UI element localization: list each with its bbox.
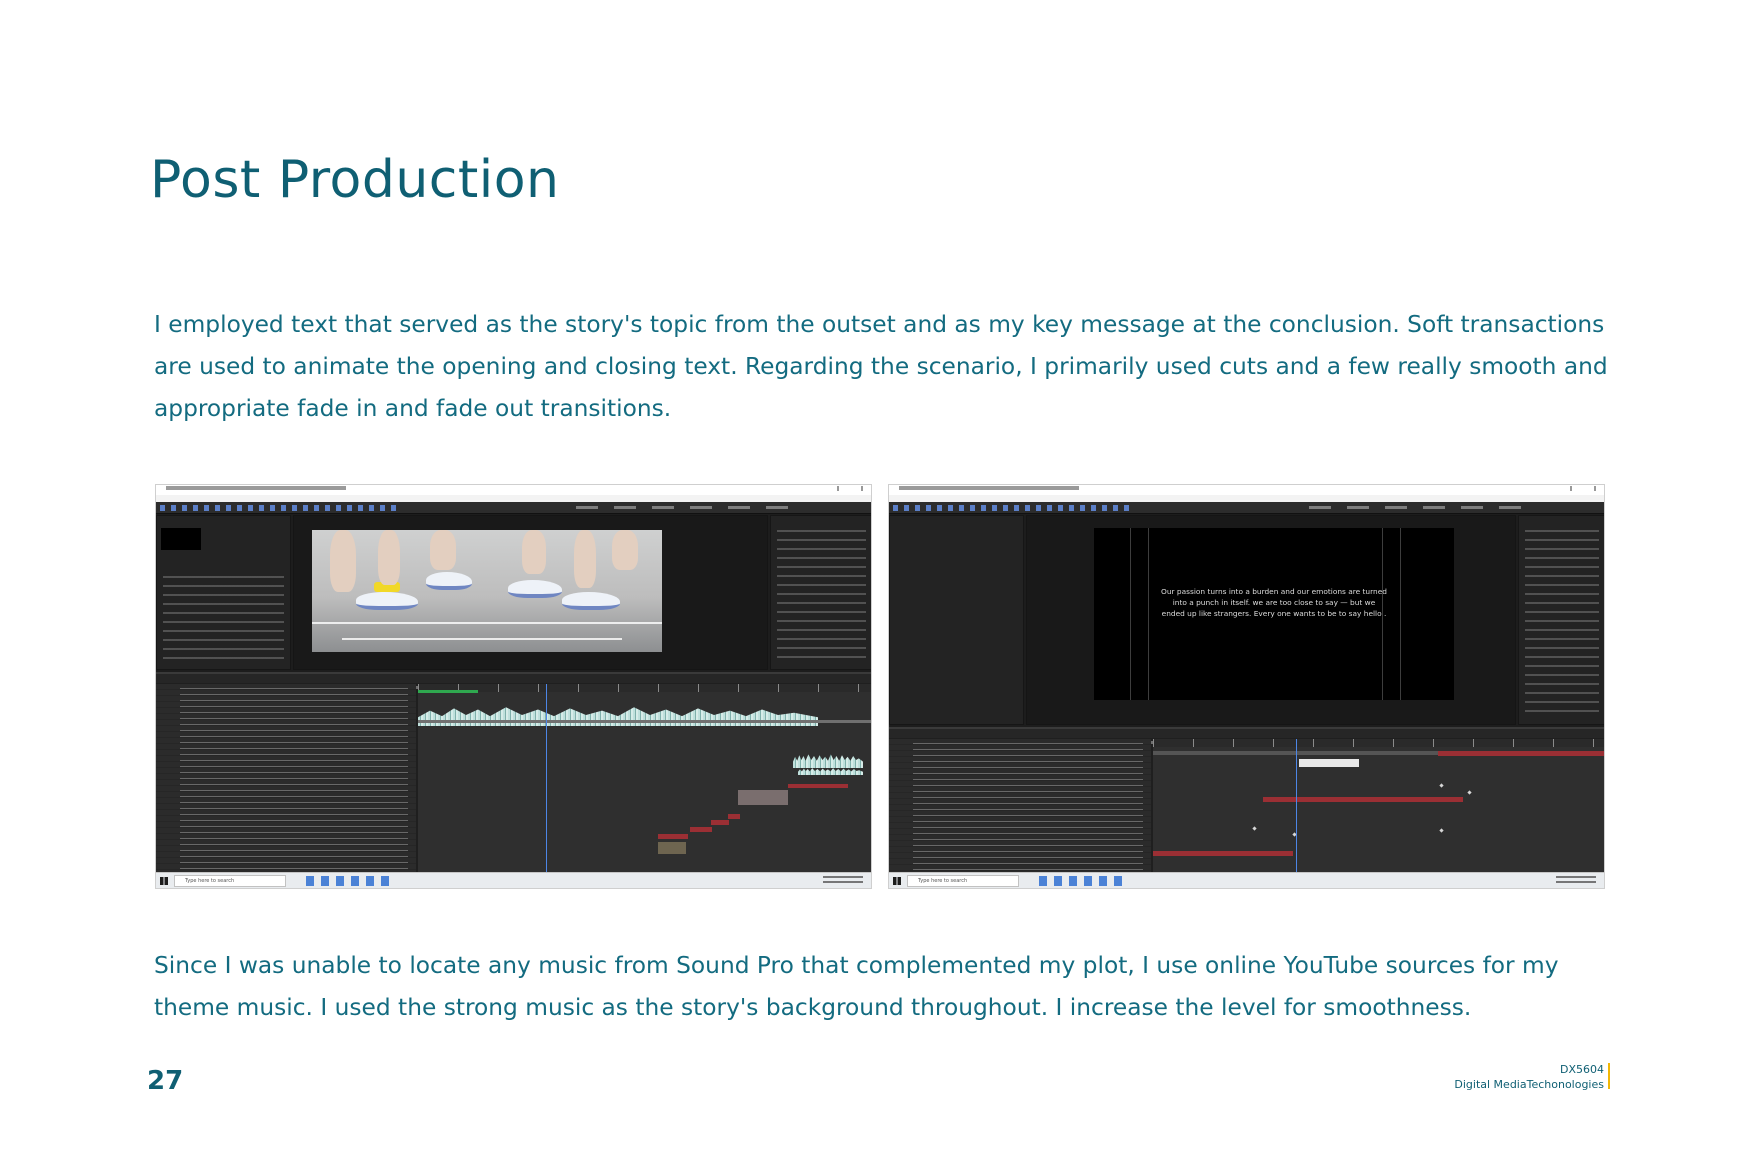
music-paragraph: Since I was unable to locate any music f… [154, 952, 1559, 1021]
window-titlebar [889, 485, 1604, 495]
windows-start-icon [893, 877, 901, 885]
screenshot-after-effects-text: Our passion turns into a burden and our … [888, 484, 1605, 889]
project-panel [156, 515, 291, 670]
menu-bar [889, 495, 1604, 510]
timeline-tracks [418, 684, 871, 874]
page-title: Post Production [150, 150, 560, 210]
menu-bar [156, 495, 871, 510]
layer-list [889, 739, 1151, 874]
taskbar-search: Type here to search [907, 875, 1019, 887]
course-label: DX5604 Digital MediaTechonologies [1454, 1062, 1604, 1092]
tool-bar [889, 502, 1604, 514]
taskbar-clock [823, 876, 863, 886]
intro-paragraph: I employed text that served as the story… [154, 311, 1608, 422]
effects-panel [1518, 515, 1604, 725]
title-caption: Our passion turns into a burden and our … [1161, 587, 1387, 618]
composition-viewer [293, 515, 768, 670]
preview-frame-text: Our passion turns into a burden and our … [1094, 528, 1454, 700]
timeline-tracks [1153, 739, 1604, 874]
window-controls-icon [837, 486, 863, 491]
course-name: Digital MediaTechonologies [1454, 1078, 1604, 1091]
effect-controls-panel [889, 515, 1024, 725]
screenshot-after-effects-footage: Type here to search [155, 484, 872, 889]
timeline-panel [889, 727, 1604, 874]
windows-taskbar: Type here to search [889, 872, 1604, 888]
layer-list [156, 684, 416, 874]
composition-viewer: Our passion turns into a burden and our … [1026, 515, 1516, 725]
page-number: 27 [147, 1066, 184, 1096]
timeline-panel [156, 672, 871, 874]
window-titlebar [156, 485, 871, 495]
course-code: DX5604 [1560, 1063, 1604, 1076]
window-controls-icon [1570, 486, 1596, 491]
windows-taskbar: Type here to search [156, 872, 871, 888]
taskbar-apps [1039, 876, 1129, 886]
taskbar-apps [306, 876, 396, 886]
footer-accent-bar [1608, 1063, 1610, 1089]
windows-start-icon [160, 877, 168, 885]
playhead[interactable] [546, 684, 547, 874]
taskbar-search: Type here to search [174, 875, 286, 887]
taskbar-clock [1556, 876, 1596, 886]
effects-panel [770, 515, 871, 670]
preview-frame-walking-legs [312, 530, 662, 652]
tool-bar [156, 502, 871, 514]
playhead[interactable] [1296, 739, 1297, 874]
